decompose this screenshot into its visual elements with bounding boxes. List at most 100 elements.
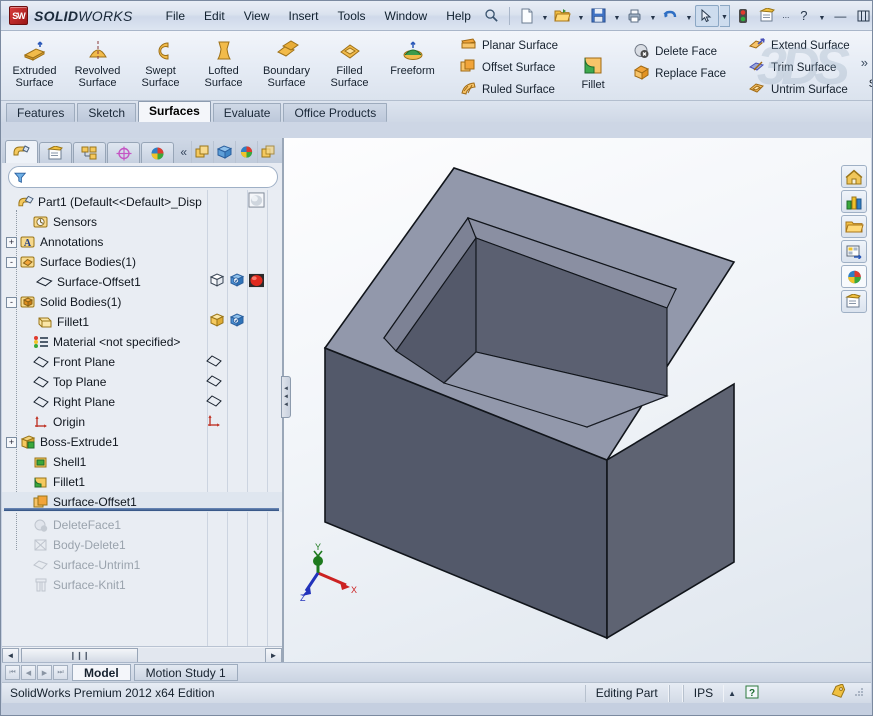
offset-surface-button[interactable]: Offset Surface [457, 57, 564, 78]
quick-access-toolbar[interactable]: ▼ ▼ ▼ ▼ ▼ ▼ [480, 5, 873, 27]
tag-icon[interactable] [824, 684, 853, 702]
ruled-surface-button[interactable]: Ruled Surface [457, 79, 564, 100]
scroll-left-button[interactable]: ◄ [2, 648, 19, 663]
new-document-icon[interactable] [515, 5, 539, 27]
solidworks-resources-icon[interactable] [841, 190, 867, 213]
units-caret-icon[interactable]: ▲ [724, 689, 740, 698]
tree-item-sensors[interactable]: Sensors [2, 212, 282, 232]
collapse-solid-bodies-icon[interactable]: - [6, 297, 17, 308]
tree-item-surface-untrim1[interactable]: Surface-Untrim1 [2, 555, 282, 575]
home-icon[interactable] [841, 165, 867, 188]
menu-insert[interactable]: Insert [280, 6, 328, 26]
tree-item-top-plane[interactable]: Top Plane [2, 372, 282, 392]
feature-tree-horizontal-scrollbar[interactable]: ◄ ❙❙❙ ► [2, 646, 282, 663]
appearances-scenes-icon[interactable] [841, 265, 867, 288]
tree-item-shell1[interactable]: Shell1 [2, 452, 282, 472]
task-pane-dock[interactable] [841, 165, 867, 313]
tab-sketch[interactable]: Sketch [77, 103, 136, 122]
print-dropdown-icon[interactable]: ▼ [648, 5, 658, 27]
feature-tree-tab[interactable] [5, 140, 38, 163]
tree-item-surface-knit1[interactable]: Surface-Knit1 [2, 575, 282, 595]
lofted-surface-button[interactable]: Lofted Surface [192, 34, 255, 90]
rollback-bar[interactable] [4, 508, 279, 511]
minimize-button[interactable]: — [831, 7, 850, 24]
display-mode-icon[interactable] [213, 141, 235, 163]
last-tab-button[interactable]: ⏭ [53, 665, 68, 680]
tree-item-fillet1[interactable]: Fillet1 [2, 472, 282, 492]
expand-annotations-icon[interactable]: + [6, 237, 17, 248]
open-dropdown-icon[interactable]: ▼ [576, 5, 586, 27]
feature-tree[interactable]: Part1 (Default<<Default>_Disp Sensors + … [2, 190, 282, 646]
select-icon[interactable] [695, 5, 719, 27]
undo-dropdown-icon[interactable]: ▼ [684, 5, 694, 27]
menu-window[interactable]: Window [376, 6, 437, 26]
menu-tools[interactable]: Tools [329, 6, 375, 26]
design-library-icon[interactable] [841, 215, 867, 238]
feature-tree-filter[interactable] [8, 166, 278, 188]
document-tab-strip[interactable]: ⏮ ◀ ▶ ⏭ Model Motion Study 1 [2, 662, 871, 682]
boundary-surface-button[interactable]: Boundary Surface [255, 34, 318, 90]
tree-item-solid-bodies[interactable]: - Solid Bodies(1) [2, 292, 282, 312]
menu-edit[interactable]: Edit [195, 6, 234, 26]
delete-face-button[interactable]: Delete Face [630, 41, 732, 62]
expand-boss-extrude1-icon[interactable]: + [6, 437, 17, 448]
tab-office-products[interactable]: Office Products [283, 103, 387, 122]
display-manager-tab[interactable] [141, 142, 174, 163]
open-icon[interactable] [551, 5, 575, 27]
command-manager-tabs[interactable]: Features Sketch Surfaces Evaluate Office… [1, 101, 872, 122]
undo-icon[interactable] [659, 5, 683, 27]
restore-button[interactable] [854, 7, 873, 24]
tree-item-body-delete1[interactable]: Body-Delete1 [2, 535, 282, 555]
configuration-manager-tab[interactable] [73, 142, 106, 163]
help-dropdown-icon[interactable]: ▼ [817, 5, 827, 27]
tree-item-deleteface1[interactable]: DeleteFace1 [2, 515, 282, 535]
extruded-surface-button[interactable]: Extruded Surface [3, 34, 66, 90]
surface-body-display-mode-icon[interactable] [228, 272, 245, 288]
save-dropdown-icon[interactable]: ▼ [612, 5, 622, 27]
new-document-dropdown-icon[interactable]: ▼ [540, 5, 550, 27]
trim-surface-button[interactable]: Trim Surface [746, 57, 856, 78]
filled-surface-button[interactable]: Filled Surface [318, 34, 381, 90]
feature-tree-filter-input[interactable] [30, 171, 277, 183]
units-label[interactable]: IPS [683, 685, 724, 702]
tab-surfaces[interactable]: Surfaces [138, 101, 211, 122]
tree-item-surface-bodies[interactable]: - Surface Bodies(1) [2, 252, 282, 272]
help-icon[interactable]: ? [792, 5, 816, 27]
menu-bar[interactable]: File Edit View Insert Tools Window Help [157, 6, 480, 26]
tab-features[interactable]: Features [6, 103, 75, 122]
options-more-icon[interactable]: ⋯ [781, 5, 791, 27]
planar-surface-button[interactable]: Planar Surface [457, 35, 564, 56]
tree-item-boss-extrude1[interactable]: + Boss-Extrude1 [2, 432, 282, 452]
transparency-icon[interactable] [257, 141, 279, 163]
menu-help[interactable]: Help [437, 6, 480, 26]
tree-item-part1[interactable]: Part1 (Default<<Default>_Disp [2, 192, 282, 212]
tree-item-origin[interactable]: Origin [2, 412, 282, 432]
tree-item-material[interactable]: Material <not specified> [2, 332, 282, 352]
revolved-surface-button[interactable]: Revolved Surface [66, 34, 129, 90]
solid-body-show-icon[interactable] [208, 312, 225, 328]
feature-manager-tab-bar[interactable]: « [2, 138, 282, 163]
ribbon-overflow-icon[interactable]: » [861, 55, 868, 70]
swept-surface-button[interactable]: Swept Surface [129, 34, 192, 90]
replace-face-button[interactable]: Replace Face [630, 63, 732, 84]
help-badge-icon[interactable]: ? [740, 685, 764, 702]
untrim-surface-button[interactable]: Untrim Surface [746, 79, 856, 100]
search-icon[interactable] [480, 5, 504, 27]
tab-model[interactable]: Model [72, 664, 131, 681]
fillet-button[interactable]: Fillet [569, 48, 617, 92]
options-icon[interactable] [756, 5, 780, 27]
prev-tab-button[interactable]: ◀ [21, 665, 36, 680]
menu-view[interactable]: View [235, 6, 279, 26]
custom-properties-icon[interactable] [841, 290, 867, 313]
tree-item-annotations[interactable]: + A Annotations [2, 232, 282, 252]
panel-splitter-handle[interactable]: ◄ ◄ ◄ [281, 376, 291, 418]
file-explorer-icon[interactable] [841, 240, 867, 263]
resize-grip[interactable] [853, 686, 867, 700]
next-tab-button[interactable]: ▶ [37, 665, 52, 680]
rebuild-icon[interactable] [731, 5, 755, 27]
extend-surface-button[interactable]: Extend Surface [746, 35, 856, 56]
tree-item-right-plane[interactable]: Right Plane [2, 392, 282, 412]
surface-body-show-icon[interactable] [208, 272, 225, 288]
property-manager-tab[interactable] [39, 142, 72, 163]
tab-evaluate[interactable]: Evaluate [213, 103, 282, 122]
